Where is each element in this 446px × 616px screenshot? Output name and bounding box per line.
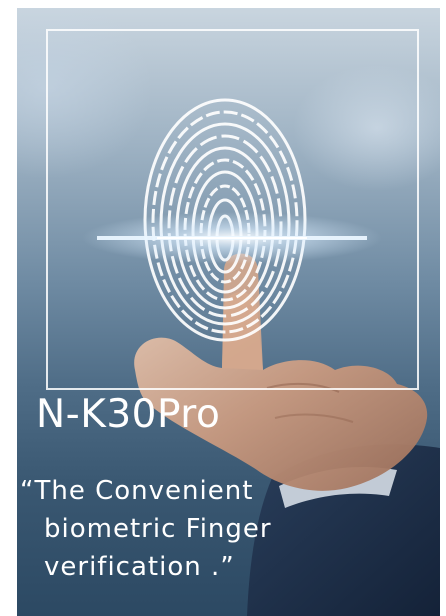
model-name: N-K30Pro	[36, 392, 221, 437]
tagline-line-3: verification .”	[44, 552, 235, 582]
poster: N-K30Pro “The Convenient biometric Finge…	[0, 0, 446, 616]
tagline-line-1: “The Convenient	[20, 476, 254, 506]
scan-frame	[46, 29, 419, 390]
tagline: “The Convenient biometric Finger verific…	[20, 472, 272, 586]
tagline-line-2: biometric Finger	[44, 514, 272, 544]
